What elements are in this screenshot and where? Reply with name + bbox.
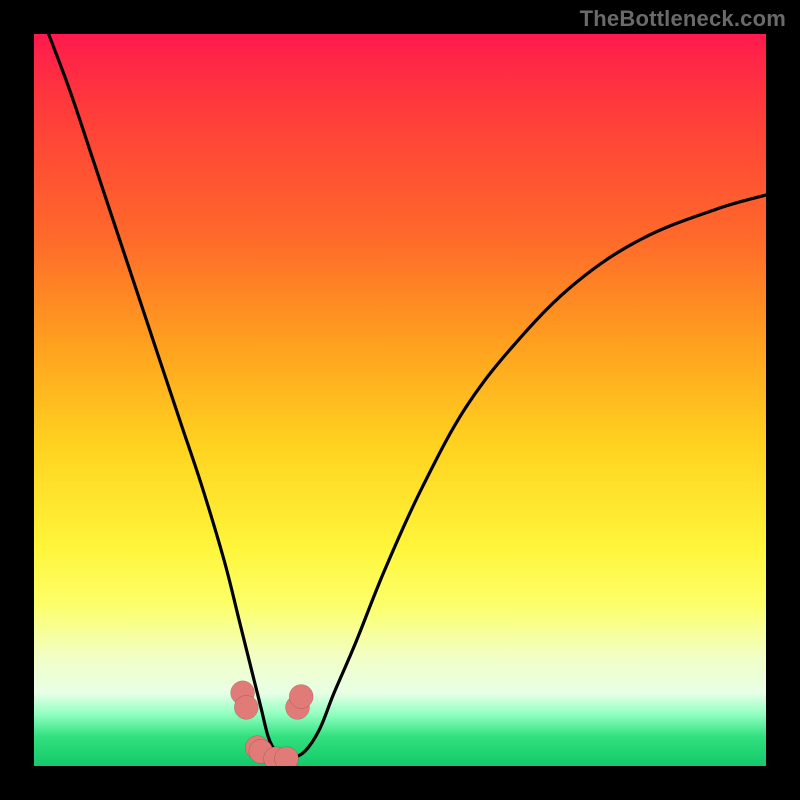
watermark: TheBottleneck.com — [580, 6, 786, 32]
chart-frame: TheBottleneck.com — [0, 0, 800, 800]
bottleneck-curve — [49, 34, 766, 760]
dip-marker — [289, 685, 313, 709]
dip-marker — [234, 695, 258, 719]
plot-area — [34, 34, 766, 766]
chart-svg — [34, 34, 766, 766]
